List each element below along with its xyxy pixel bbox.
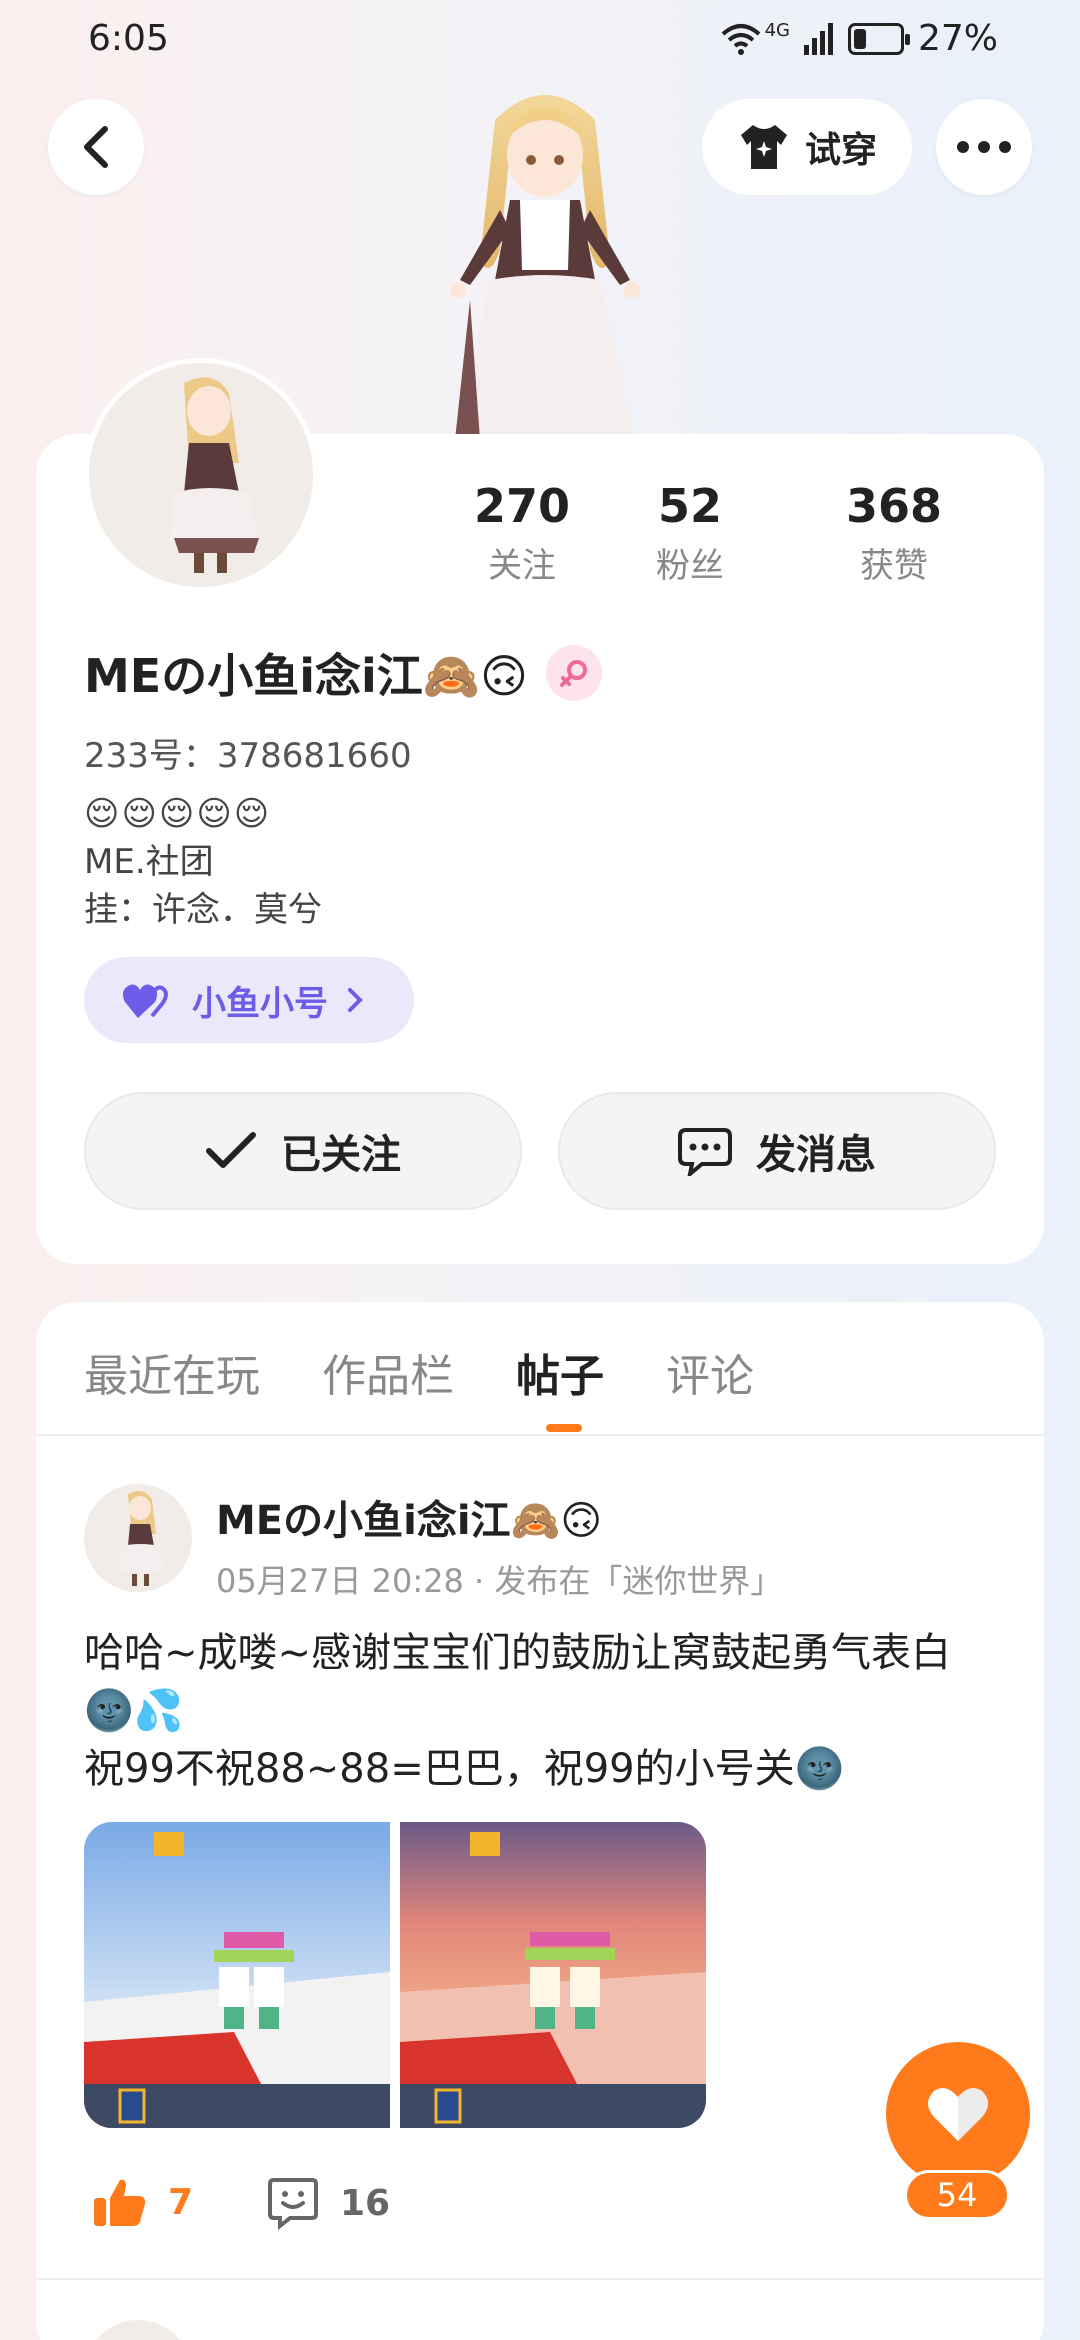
following-count: 270 — [473, 479, 571, 533]
bio-line-club: ME.社团 — [84, 842, 214, 882]
game-screenshot-sunset — [400, 1822, 706, 2128]
game-screenshot-day — [84, 1822, 390, 2128]
tab-comments[interactable]: 评论 — [666, 1340, 754, 1404]
battery-percent: 27% — [917, 18, 998, 59]
signal-icon — [803, 22, 833, 55]
comment-smile-icon — [268, 2178, 318, 2230]
bio-line-tag: 挂：许念．莫兮 — [84, 890, 322, 930]
following-label: 关注 — [488, 546, 556, 586]
post-author-avatar[interactable] — [84, 1484, 192, 1592]
tab-works[interactable]: 作品栏 — [322, 1340, 454, 1404]
tab-posts[interactable]: 帖子 — [516, 1340, 604, 1404]
post-body[interactable]: 哈哈~成喽~感谢宝宝们的鼓励让窝鼓起勇气表白 🌚💦 祝99不祝88~88=巴巴，… — [84, 1624, 1004, 1798]
follow-button[interactable]: 已关注 — [84, 1092, 522, 1210]
network-type-label: 4G — [764, 20, 790, 41]
followers-label: 粉丝 — [656, 546, 724, 586]
status-bar: 6:05 4G 27% — [0, 0, 1080, 84]
try-on-button[interactable]: 试穿 — [702, 99, 912, 195]
fab-like-count: 54 — [904, 2170, 1010, 2220]
thumbs-up-icon — [94, 2179, 146, 2226]
profile-nickname: MEの小鱼i念i江🙈🙃 — [84, 649, 528, 703]
post-text-line: 🌚💦 — [84, 1688, 184, 1734]
tab-divider — [36, 1434, 1044, 1436]
chevron-left-icon — [84, 126, 108, 168]
post-author-name[interactable]: MEの小鱼i念i江🙈🙃 — [216, 1488, 602, 1546]
message-button[interactable]: 发消息 — [558, 1092, 996, 1210]
follow-label: 已关注 — [281, 1132, 401, 1178]
post-image-2[interactable] — [400, 1822, 706, 2128]
post-comment-button[interactable]: 16 — [266, 2176, 390, 2230]
bio-emoji-line: 😌😌😌😌😌 — [84, 794, 272, 834]
status-time: 6:05 — [88, 18, 169, 59]
likes-received-label: 获赞 — [860, 546, 928, 586]
followers-stat[interactable]: 52 粉丝 — [588, 478, 792, 587]
status-icons: 4G 27% — [721, 18, 998, 59]
nickname-row: MEの小鱼i念i江🙈🙃 — [84, 640, 602, 706]
heart-icon — [928, 2088, 988, 2141]
profile-bio: 😌😌😌😌😌 ME.社团 挂：许念．莫兮 — [84, 790, 322, 934]
like-fab-button[interactable] — [886, 2042, 1030, 2186]
wifi-icon — [721, 23, 760, 55]
chevron-right-icon — [348, 988, 363, 1012]
profile-stats: 270 关注 52 粉丝 368 获赞 — [456, 478, 1036, 587]
following-stat[interactable]: 270 关注 — [456, 478, 588, 587]
post-comment-count: 16 — [340, 2182, 391, 2224]
back-button[interactable] — [48, 99, 144, 195]
avatar[interactable] — [84, 358, 318, 592]
followers-count: 52 — [657, 479, 722, 533]
post-avatar-image — [84, 1484, 192, 1592]
post-text-line: 祝99不祝88~88=巴巴，祝99的小号关🌚 — [84, 1746, 845, 1792]
profile-tabs: 最近在玩 作品栏 帖子 评论 — [84, 1340, 754, 1404]
more-button[interactable] — [936, 99, 1032, 195]
avatar-character-art — [450, 95, 640, 440]
post-text-line: 哈哈~成喽~感谢宝宝们的鼓励让窝鼓起勇气表白 — [84, 1630, 952, 1676]
post-meta: 05月27日 20:28 · 发布在「迷你世界」 — [216, 1562, 783, 1600]
double-heart-icon — [122, 984, 168, 1018]
post-image-1[interactable] — [84, 1822, 390, 2128]
chat-bubble-icon — [678, 1128, 732, 1176]
post-like-button[interactable]: 7 — [92, 2176, 193, 2228]
try-on-label: 试穿 — [804, 130, 877, 171]
alt-account-label: 小鱼小号 — [192, 983, 328, 1024]
active-tab-indicator — [546, 1424, 582, 1432]
ellipsis-icon — [957, 141, 1011, 153]
user-id: 233号：378681660 — [84, 736, 412, 776]
post-divider — [36, 2278, 1044, 2280]
likes-stat[interactable]: 368 获赞 — [792, 478, 996, 587]
battery-icon — [847, 22, 910, 55]
gender-badge — [545, 645, 602, 701]
avatar-character-image — [89, 363, 313, 587]
female-icon — [559, 660, 587, 687]
likes-received-count: 368 — [845, 479, 943, 533]
tshirt-icon — [740, 125, 787, 169]
post-like-count: 7 — [168, 2181, 194, 2223]
tab-recently-played[interactable]: 最近在玩 — [84, 1340, 260, 1404]
alt-account-button[interactable]: 小鱼小号 — [84, 957, 414, 1043]
message-label: 发消息 — [756, 1132, 876, 1178]
check-icon — [206, 1132, 256, 1168]
